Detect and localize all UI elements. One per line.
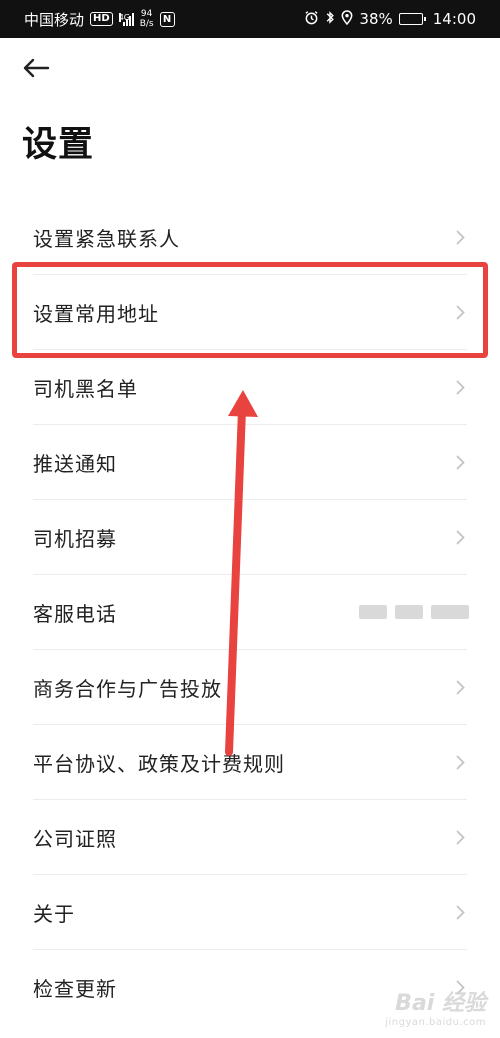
battery-percent: 38%	[359, 10, 393, 28]
chevron-right-icon	[453, 528, 467, 546]
back-button[interactable]	[14, 50, 58, 86]
menu-item-about[interactable]: 关于	[33, 875, 467, 950]
status-left: 中国移动 HD 4G 94 B/s N	[24, 9, 175, 30]
page-title: 设置	[22, 125, 95, 165]
menu-item-label: 公司证照	[33, 826, 117, 851]
chevron-right-icon	[453, 828, 467, 846]
settings-menu-list: 设置紧急联系人 设置常用地址 司机黑名单 推送通知 司机招募 客服电话 商务合作…	[33, 200, 469, 1025]
menu-item-company-license[interactable]: 公司证照	[33, 800, 467, 875]
signal-icon: 4G	[118, 12, 134, 26]
masked-phone-number	[359, 605, 469, 619]
menu-item-label: 司机招募	[33, 526, 117, 551]
watermark-logo: Bai 经验	[395, 991, 486, 1016]
menu-item-common-address[interactable]: 设置常用地址	[33, 275, 467, 350]
menu-item-label: 设置紧急联系人	[33, 226, 180, 251]
menu-item-label: 推送通知	[33, 451, 117, 476]
menu-item-label: 客服电话	[33, 601, 117, 626]
menu-item-driver-recruitment[interactable]: 司机招募	[33, 500, 467, 575]
chevron-right-icon	[453, 453, 467, 471]
menu-item-label: 检查更新	[33, 977, 117, 1001]
bluetooth-icon	[325, 10, 335, 29]
menu-item-customer-service-phone[interactable]: 客服电话	[33, 575, 469, 650]
menu-item-label: 设置常用地址	[33, 301, 159, 326]
chevron-right-icon	[453, 753, 467, 771]
status-bar: 中国移动 HD 4G 94 B/s N 38% 14:00	[0, 0, 500, 38]
carrier-name: 中国移动	[24, 10, 85, 29]
location-icon	[341, 9, 353, 29]
menu-item-business-cooperation[interactable]: 商务合作与广告投放	[33, 650, 467, 725]
menu-item-emergency-contact[interactable]: 设置紧急联系人	[33, 200, 467, 275]
chevron-right-icon	[453, 903, 467, 921]
arrow-left-icon	[23, 58, 50, 78]
chevron-right-icon	[453, 303, 467, 321]
menu-item-platform-agreements[interactable]: 平台协议、政策及计费规则	[33, 725, 467, 800]
status-right: 38% 14:00	[304, 9, 476, 29]
battery-icon	[398, 13, 426, 25]
menu-item-label: 关于	[33, 901, 75, 926]
menu-item-label: 司机黑名单	[33, 376, 138, 401]
menu-item-label: 平台协议、政策及计费规则	[33, 751, 285, 776]
network-type: 4G	[118, 12, 130, 22]
menu-item-label: 商务合作与广告投放	[33, 676, 222, 701]
watermark-url: jingyan.baidu.com	[385, 1017, 486, 1028]
alarm-icon	[304, 10, 319, 29]
hd-icon: HD	[90, 12, 113, 26]
speed-value: 94	[140, 9, 153, 19]
menu-item-driver-blacklist[interactable]: 司机黑名单	[33, 350, 467, 425]
nfc-icon: N	[159, 11, 175, 27]
baidu-jingyan-watermark: Bai 经验 jingyan.baidu.com	[385, 985, 486, 1028]
chevron-right-icon	[453, 678, 467, 696]
chevron-right-icon	[453, 228, 467, 246]
speed-unit: B/s	[139, 19, 154, 29]
clock-time: 14:00	[432, 10, 476, 28]
network-speed: 94 B/s	[140, 9, 154, 29]
chevron-right-icon	[453, 378, 467, 396]
menu-item-push-notifications[interactable]: 推送通知	[33, 425, 467, 500]
